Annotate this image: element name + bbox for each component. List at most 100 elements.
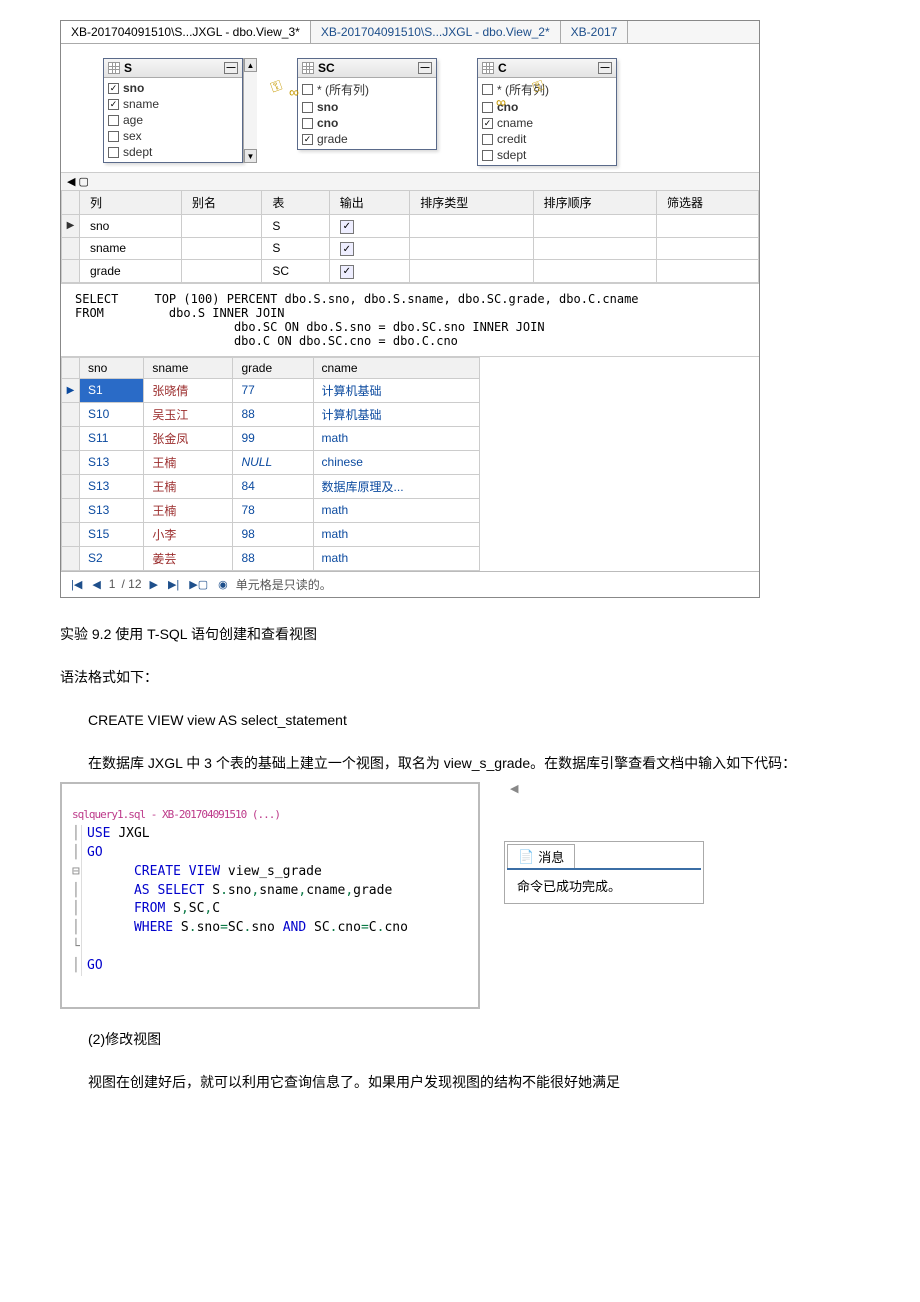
design-header[interactable]: 表 [262,191,329,215]
column-checkbox[interactable] [482,102,493,113]
first-record-icon[interactable]: |◀ [69,578,84,591]
column-checkbox[interactable]: ✓ [108,99,119,110]
message-panel: 📄 消息 命令已成功完成。 [504,841,704,904]
column-name: * (所有列) [317,81,369,98]
column-row[interactable]: ✓cname [480,115,614,131]
column-list-sc: * (所有列)snocno✓grade [298,78,436,149]
column-checkbox[interactable] [482,150,493,161]
result-row[interactable]: S13王楠NULLchinese [62,450,480,474]
minimize-icon[interactable]: — [224,62,238,74]
table-box-sc-wrap: SC — * (所有列)snocno✓grade [297,58,437,150]
tab-2017[interactable]: XB-2017 [561,21,629,43]
design-header[interactable]: 别名 [181,191,261,215]
design-row[interactable]: ▶snoS✓ [62,215,759,238]
column-checkbox[interactable] [482,134,493,145]
results-grid[interactable]: snosnamegradecname ▶S1张晓倩77计算机基础S10吴玉江88… [61,357,480,571]
column-checkbox[interactable]: ✓ [482,118,493,129]
column-checkbox[interactable]: ✓ [108,83,119,94]
design-header[interactable]: 输出 [329,191,409,215]
column-checkbox[interactable] [482,84,493,95]
result-row[interactable]: S2姜芸88math [62,546,480,570]
column-row[interactable]: credit [480,131,614,147]
column-name: sno [123,81,144,95]
column-row[interactable]: ✓ sno [106,80,240,96]
column-row[interactable]: age [106,112,240,128]
column-list-s: ✓ sno✓snameagesexsdept [104,78,242,162]
message-tab-row: 📄 消息 [507,844,701,870]
last-record-icon[interactable]: ▶| [166,578,181,591]
diagram-pane[interactable]: S — ✓sno✓snameagesexsdept ▲ ▼ ⚿ ∞ SC — [61,44,759,172]
design-header[interactable]: 排序顺序 [533,191,656,215]
table-box-sc[interactable]: SC — * (所有列)snocno✓grade [297,58,437,150]
column-checkbox[interactable] [108,147,119,158]
criteria-grid[interactable]: 列别名表输出排序类型排序顺序筛选器 ▶snoS✓snameS✓gradeSC✓ [61,190,759,283]
message-panel-wrap: ◀ 📄 消息 命令已成功完成。 [504,782,704,904]
design-header[interactable]: 筛选器 [657,191,759,215]
scroll-left-icon[interactable]: ◀ [504,782,704,795]
next-record-icon[interactable]: ▶ [148,578,160,591]
join-key-icon: ⚿ [268,77,284,97]
result-row[interactable]: S11张金凤99math [62,426,480,450]
new-record-icon[interactable]: ▶▢ [187,578,210,591]
table-box-c[interactable]: C — * (所有列)cno✓cnamecreditsdept [477,58,617,166]
column-row[interactable]: sno [300,99,434,115]
tab-view3[interactable]: XB-201704091510\S...JXGL - dbo.View_3* [61,21,311,43]
sql-code-editor[interactable]: sqlquery1.sql - XB-201704091510 (...)│US… [60,782,480,1008]
editor-tab-hint: sqlquery1.sql - XB-201704091510 (...) [72,807,468,823]
result-row[interactable]: S13王楠84数据库原理及... [62,474,480,498]
table-title-sc: SC — [298,59,436,78]
column-row[interactable]: sex [106,128,240,144]
code-and-message: sqlquery1.sql - XB-201704091510 (...)│US… [60,782,860,1008]
prev-record-icon[interactable]: ◀ [90,578,102,591]
column-row[interactable]: ✓grade [300,131,434,147]
column-checkbox[interactable]: ✓ [302,134,313,145]
sql-pane[interactable]: SELECT TOP (100) PERCENT dbo.S.sno, dbo.… [61,283,759,357]
join-infinity-icon: ∞ [496,94,506,110]
column-row[interactable]: sdept [480,147,614,163]
column-row[interactable]: * (所有列) [300,80,434,99]
column-checkbox[interactable] [108,115,119,126]
table-box-s[interactable]: S — ✓ sno✓snameagesexsdept [103,58,243,163]
column-checkbox[interactable] [302,118,313,129]
result-header[interactable]: cname [313,357,479,378]
column-row[interactable]: ✓sname [106,96,240,112]
column-checkbox[interactable] [302,84,313,95]
para-instruction: 在数据库 JXGL 中 3 个表的基础上建立一个视图，取名为 view_s_gr… [60,751,860,776]
design-header[interactable]: 列 [80,191,182,215]
column-row[interactable]: sdept [106,144,240,160]
column-name: age [123,113,143,127]
minimize-icon[interactable]: — [598,62,612,74]
result-row[interactable]: S13王楠78math [62,498,480,522]
tab-view2[interactable]: XB-201704091510\S...JXGL - dbo.View_2* [311,21,561,43]
stop-icon[interactable]: ◉ [216,578,230,591]
scroll-up-icon[interactable]: ▲ [244,58,257,72]
column-checkbox[interactable] [302,102,313,113]
result-row[interactable]: S10吴玉江88计算机基础 [62,402,480,426]
table-box-c-wrap: C — * (所有列)cno✓cnamecreditsdept [477,58,617,166]
record-navigator: |◀ ◀ 1 / 12 ▶ ▶| ▶▢ ◉ 单元格是只读的。 [61,571,759,597]
design-row[interactable]: snameS✓ [62,237,759,260]
scroll-down-icon[interactable]: ▼ [244,149,257,163]
scroll-v[interactable]: ▲ ▼ [243,58,257,163]
hscroll-indicator[interactable]: ◀ ▢ [61,172,759,190]
design-header[interactable]: 排序类型 [410,191,533,215]
result-header[interactable]: grade [233,357,313,378]
document-tabs: XB-201704091510\S...JXGL - dbo.View_3* X… [61,21,759,44]
table-name: SC [318,61,335,75]
result-header[interactable]: sname [144,357,233,378]
result-header[interactable]: sno [80,357,144,378]
table-icon [302,62,314,74]
message-tab[interactable]: 📄 消息 [507,844,575,868]
message-body: 命令已成功完成。 [507,870,701,901]
result-row[interactable]: ▶S1张晓倩77计算机基础 [62,378,480,402]
result-row[interactable]: S15小李98math [62,522,480,546]
message-icon: 📄 [518,849,534,865]
code-blank [87,939,95,954]
column-row[interactable]: cno [300,115,434,131]
table-title-c: C — [478,59,616,78]
table-title-s: S — [104,59,242,78]
design-row[interactable]: gradeSC✓ [62,260,759,283]
table-name: S [124,61,132,75]
column-checkbox[interactable] [108,131,119,142]
minimize-icon[interactable]: — [418,62,432,74]
